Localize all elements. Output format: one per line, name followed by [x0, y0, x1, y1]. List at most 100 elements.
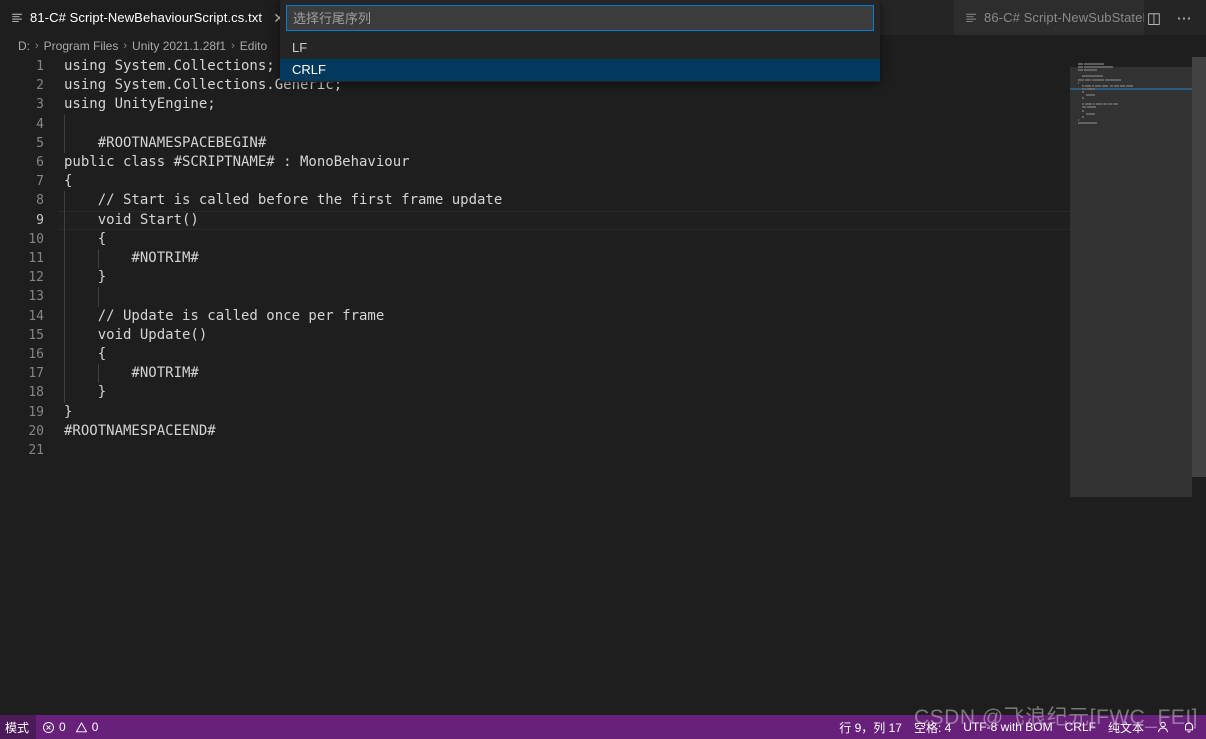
line-number: 18	[28, 385, 44, 401]
code-line[interactable]: 19}	[0, 403, 1206, 422]
quick-pick-list: LF CRLF	[280, 37, 880, 82]
quick-pick-item-lf[interactable]: LF	[280, 37, 880, 59]
minimap-slider[interactable]	[1070, 67, 1192, 497]
minimap-token	[1087, 87, 1095, 90]
split-editor-icon[interactable]: ◫	[1141, 5, 1167, 31]
minimap-token	[1086, 112, 1095, 115]
code-line[interactable]: 9 void Start()	[0, 210, 1206, 230]
line-number: 3	[36, 97, 44, 113]
minimap-token	[1078, 66, 1084, 69]
minimap-token	[1085, 84, 1091, 87]
breadcrumb-item-unity[interactable]: Unity 2021.1.28f1	[132, 39, 226, 53]
code-line[interactable]: 4	[0, 114, 1206, 134]
status-remote-mode[interactable]: 模式	[0, 715, 37, 739]
code-line[interactable]: 18 }	[0, 383, 1206, 403]
status-account-button[interactable]	[1150, 715, 1176, 739]
code-editor[interactable]: 1 using System.Collections; 2 using System.…	[0, 57, 1206, 715]
line-number: 4	[36, 116, 44, 132]
code-line[interactable]: 20 #ROOTNAMESPACEEND#	[0, 422, 1206, 441]
quick-pick-panel: LFCRLF	[280, 0, 880, 82]
minimap-token	[1078, 69, 1084, 72]
status-cursor-position[interactable]: 行 9，列 17	[833, 715, 908, 739]
status-language-mode[interactable]: 纯文本	[1102, 715, 1150, 739]
minimap-token	[1078, 78, 1085, 81]
minimap[interactable]	[1070, 57, 1192, 715]
indent-guide	[64, 114, 65, 134]
tab-86-c-sharp-script[interactable]: 86-C# Script-NewSubStateMachineBe	[954, 0, 1144, 35]
minimap-token	[1085, 103, 1092, 106]
line-text: #NOTRIM#	[64, 365, 199, 382]
line-text: using UnityEngine;	[64, 96, 216, 113]
breadcrumb-item-editor[interactable]: Edito	[240, 39, 267, 53]
code-line[interactable]: 14 // Update is called once per frame	[0, 306, 1206, 326]
minimap-token	[1082, 75, 1104, 78]
line-number: 17	[28, 366, 44, 382]
indent-guide	[64, 287, 65, 307]
minimap-token	[1082, 115, 1084, 118]
status-problems[interactable]: 0 0	[36, 715, 104, 739]
status-eol[interactable]: CRLF	[1059, 715, 1102, 739]
minimap-token	[1084, 63, 1105, 65]
line-text: // Update is called once per frame	[64, 307, 385, 324]
vscode-window: 81-C# Script-NewBehaviourScript.cs.txt ✕…	[0, 0, 1206, 739]
minimap-token	[1078, 121, 1097, 124]
code-line[interactable]: 16 {	[0, 345, 1206, 365]
text-file-icon	[11, 11, 24, 24]
tab-81-c-sharp-script[interactable]: 81-C# Script-NewBehaviourScript.cs.txt ✕	[0, 0, 299, 35]
minimap-token	[1126, 84, 1133, 87]
code-line[interactable]: 11 #NOTRIM#	[0, 249, 1206, 269]
line-number: 13	[28, 289, 44, 305]
editor-vertical-scrollbar[interactable]	[1192, 57, 1206, 715]
code-line[interactable]: 7{	[0, 172, 1206, 191]
line-text: }	[64, 269, 107, 286]
status-notifications-button[interactable]	[1176, 715, 1202, 739]
code-line[interactable]: 15 void Update()	[0, 325, 1206, 345]
current-line-highlight	[58, 210, 1075, 230]
minimap-token	[1112, 103, 1118, 106]
line-text: void Update()	[64, 326, 208, 343]
quick-pick-input[interactable]	[286, 5, 874, 31]
quick-pick-input-wrap	[280, 5, 880, 37]
code-line[interactable]: 6 public class #SCRIPTNAME# : MonoBehavio…	[0, 153, 1206, 172]
status-remote-label: 模式	[5, 720, 30, 735]
quick-pick-item-crlf[interactable]: CRLF	[280, 59, 880, 81]
code-line[interactable]: 3 using UnityEngine;	[0, 95, 1206, 114]
status-indentation[interactable]: 空格: 4	[908, 715, 957, 739]
code-line[interactable]: 10 {	[0, 229, 1206, 249]
breadcrumb-item-drive[interactable]: D:	[18, 39, 30, 53]
line-text: #ROOTNAMESPACEEND#	[64, 422, 216, 439]
status-bar: 模式 0 0 行 9，列 17 空格: 4 UTF-8 with BOM CRL…	[0, 715, 1206, 739]
minimap-token	[1103, 103, 1108, 106]
minimap-token	[1107, 78, 1122, 81]
line-number: 20	[28, 423, 44, 439]
code-line[interactable]: 5 #ROOTNAMESPACEBEGIN#	[0, 133, 1206, 153]
more-actions-icon[interactable]: ⋯	[1171, 5, 1197, 31]
status-bar-right: 行 9，列 17 空格: 4 UTF-8 with BOM CRLF 纯文本	[833, 715, 1206, 739]
minimap-token	[1091, 84, 1094, 87]
status-encoding[interactable]: UTF-8 with BOM	[957, 715, 1058, 739]
tab-label: 86-C# Script-NewSubStateMachineBe	[984, 10, 1144, 25]
minimap-token	[1082, 87, 1087, 90]
line-number: 5	[36, 135, 44, 151]
minimap-token	[1102, 84, 1109, 87]
code-line[interactable]: 21	[0, 441, 1206, 460]
error-count: 0	[59, 720, 66, 734]
code-line[interactable]: 17 #NOTRIM#	[0, 364, 1206, 384]
minimap-token	[1113, 84, 1119, 87]
scrollbar-thumb[interactable]	[1192, 57, 1206, 477]
warning-count: 0	[91, 720, 99, 734]
line-number: 19	[28, 404, 44, 420]
error-circle-icon	[42, 721, 55, 734]
code-line[interactable]: 12 }	[0, 268, 1206, 288]
minimap-token	[1082, 103, 1085, 106]
breadcrumb-separator-icon: ›	[35, 40, 39, 52]
code-line[interactable]: 13	[0, 287, 1206, 307]
code-line[interactable]: 8 // Start is called before the first fr…	[0, 191, 1206, 211]
line-number: 9	[36, 212, 44, 228]
line-number: 10	[28, 231, 44, 247]
account-icon	[1156, 720, 1170, 734]
text-file-icon	[965, 11, 978, 24]
line-text: {	[64, 346, 107, 362]
breadcrumb-item-program-files[interactable]: Program Files	[44, 39, 119, 53]
minimap-token	[1109, 84, 1113, 87]
